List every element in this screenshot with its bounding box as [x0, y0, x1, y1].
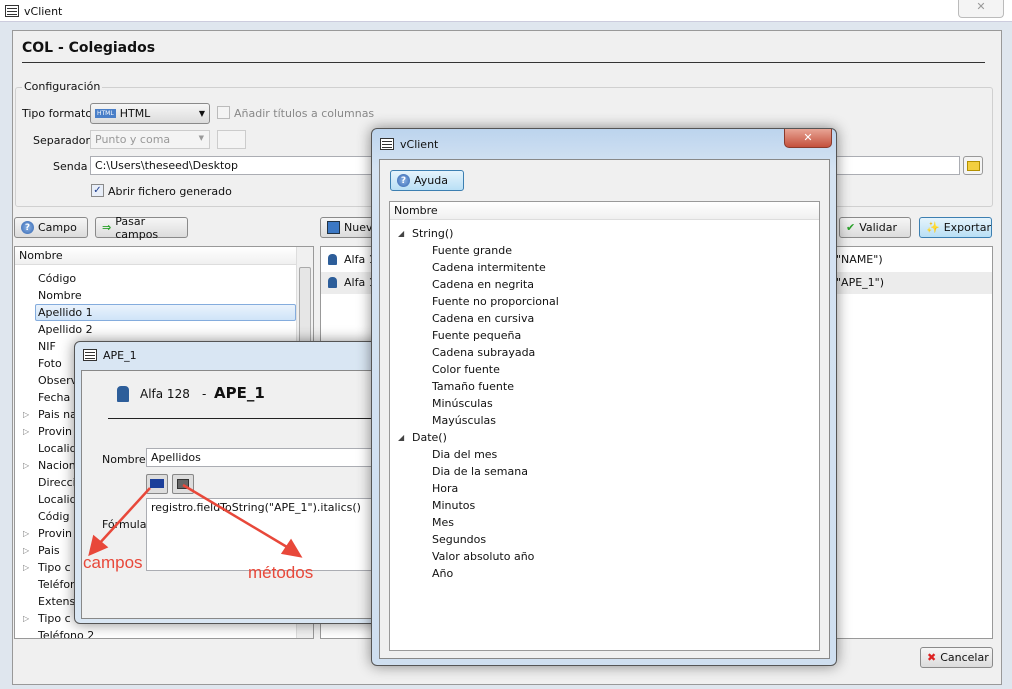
- tree-item[interactable]: Cadena subrayada: [432, 344, 535, 361]
- tree-item[interactable]: Fuente no proporcional: [432, 293, 559, 310]
- tree-item[interactable]: Cadena en cursiva: [432, 310, 534, 327]
- dialog-icon: [380, 138, 394, 150]
- metodos-annotation: métodos: [248, 563, 314, 582]
- tree-item[interactable]: Tamaño fuente: [432, 378, 514, 395]
- ayuda-label: Ayuda: [414, 174, 448, 187]
- arrowhead-metodos: [280, 538, 303, 558]
- tree-item[interactable]: Mes: [432, 514, 454, 531]
- tree-item[interactable]: Hora: [432, 480, 458, 497]
- ayuda-button[interactable]: ? Ayuda: [390, 170, 464, 191]
- collapse-icon[interactable]: ◢: [398, 433, 404, 442]
- arrow-metodos: [182, 483, 293, 552]
- tree-group[interactable]: String(): [412, 225, 453, 242]
- tree-item[interactable]: Dia del mes: [432, 446, 497, 463]
- tree-group[interactable]: Date(): [412, 429, 447, 446]
- methods-tree-header[interactable]: Nombre: [390, 202, 819, 220]
- tree-item[interactable]: Valor absoluto año: [432, 548, 534, 565]
- tree-item[interactable]: Segundos: [432, 531, 486, 548]
- tree-item[interactable]: Año: [432, 565, 453, 582]
- help-dialog-title: vClient: [400, 138, 439, 151]
- tree-item[interactable]: Mayúsculas: [432, 412, 496, 429]
- tree-item[interactable]: Fuente pequeña: [432, 327, 521, 344]
- tree-item[interactable]: Fuente grande: [432, 242, 512, 259]
- tree-item[interactable]: Dia de la semana: [432, 463, 528, 480]
- campos-annotation: campos: [83, 553, 143, 572]
- tree-item[interactable]: Cadena en negrita: [432, 276, 534, 293]
- tree-item[interactable]: Minutos: [432, 497, 475, 514]
- close-button[interactable]: ✕: [784, 129, 832, 148]
- help-icon: ?: [397, 174, 410, 187]
- help-dialog: vClient ✕ ? Ayuda Nombre ◢ String() Fuente …: [371, 128, 837, 666]
- help-dialog-body: ? Ayuda Nombre ◢ String() Fuente grande Cade…: [379, 159, 830, 659]
- methods-tree[interactable]: Nombre ◢ String() Fuente grande Cadena inte…: [389, 201, 820, 651]
- arrow-campos: [97, 487, 151, 546]
- tree-item[interactable]: Cadena intermitente: [432, 259, 546, 276]
- collapse-icon[interactable]: ◢: [398, 229, 404, 238]
- tree-item[interactable]: Color fuente: [432, 361, 500, 378]
- tree-item[interactable]: Minúsculas: [432, 395, 493, 412]
